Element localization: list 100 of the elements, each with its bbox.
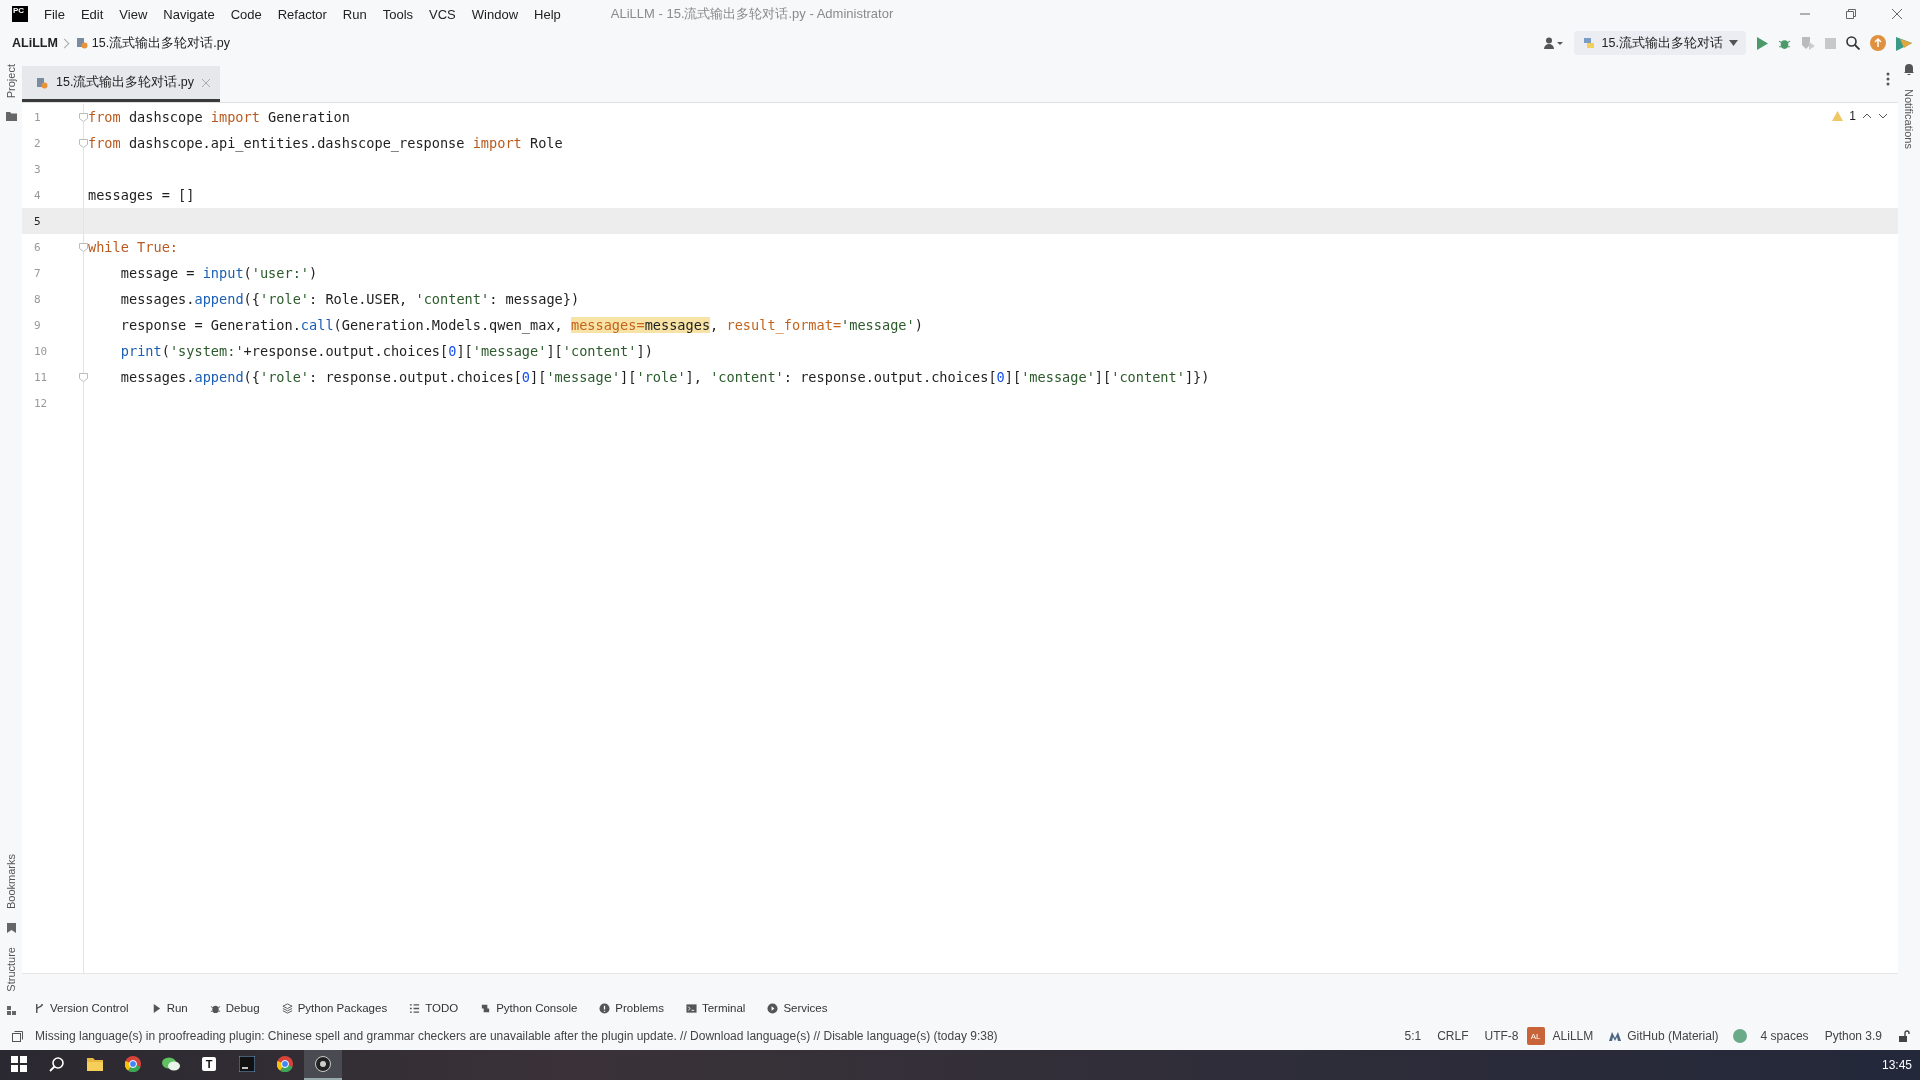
line-number: 12	[34, 396, 48, 410]
search-icon	[49, 1056, 65, 1072]
menu-item[interactable]: Tools	[382, 6, 424, 22]
status-item[interactable]: 5:1	[1396, 1029, 1430, 1043]
menu-item[interactable]: Code	[230, 6, 272, 22]
line-number: 6	[34, 240, 41, 254]
unlock-icon	[1898, 1030, 1910, 1042]
status-item[interactable]: Python 3.9	[1816, 1029, 1890, 1043]
browser-icon	[277, 1056, 293, 1072]
chat-icon	[162, 1057, 180, 1071]
project-badge: AL	[1526, 1027, 1545, 1045]
tool-window-tab[interactable]: Python Packages	[281, 1002, 388, 1014]
fold-icon[interactable]	[79, 138, 88, 148]
taskbar-item[interactable]	[304, 1050, 342, 1080]
line-number: 9	[34, 318, 41, 332]
code-text: messages = []	[87, 187, 195, 203]
python-icon	[480, 1002, 492, 1014]
layers-icon	[281, 1002, 293, 1014]
app-icon: T	[202, 1057, 216, 1071]
warning-count[interactable]: 1	[1849, 109, 1856, 123]
branch-icon	[34, 1002, 45, 1014]
tool-window-button[interactable]: Structure	[5, 947, 17, 992]
clock: 13:45	[1881, 1058, 1913, 1072]
python-icon	[1581, 36, 1596, 50]
coverage-button[interactable]	[1801, 36, 1815, 50]
editor-tab[interactable]: 15.流式输出多轮对话.py	[22, 66, 221, 102]
terminal-icon	[685, 1002, 697, 1014]
caret-icon	[1729, 40, 1738, 46]
update-button[interactable]	[1870, 35, 1886, 51]
tool-window-tab[interactable]: Version Control	[34, 1002, 129, 1014]
menu-item[interactable]: Navigate	[163, 6, 225, 22]
project-breadcrumb[interactable]: ALiLLM	[12, 36, 58, 50]
chevron-up-icon	[1862, 113, 1872, 119]
plugin-button[interactable]	[1896, 35, 1912, 51]
code-text: messages.append({'role': response.output.choices[0]['message']['role'], 'content': response.output.choices[0]['message']['content']})	[119, 369, 1210, 385]
list-icon	[409, 1002, 421, 1014]
search-button[interactable]	[1846, 36, 1860, 50]
status-item[interactable]: 4 spaces	[1752, 1029, 1817, 1043]
project-name[interactable]: ALiLLM	[1544, 1029, 1602, 1043]
panel-icon	[12, 1030, 23, 1042]
run-button[interactable]	[1756, 36, 1768, 50]
status-item[interactable]: UTF-8	[1476, 1029, 1527, 1043]
taskbar-item[interactable]: T	[190, 1050, 228, 1080]
tool-window-tab[interactable]: Terminal	[685, 1002, 746, 1014]
menu-item[interactable]: Run	[342, 6, 377, 22]
fold-icon[interactable]	[79, 372, 88, 382]
menu-item[interactable]: Refactor	[277, 6, 337, 22]
tool-window-tab[interactable]: Python Console	[480, 1002, 578, 1014]
tool-window-tab[interactable]: Services	[767, 1002, 828, 1014]
warning-icon	[1832, 111, 1844, 121]
tool-window-tab[interactable]: Problems	[599, 1002, 664, 1014]
theme-widget[interactable]: GitHub (Material)	[1601, 1029, 1727, 1043]
menu-item[interactable]: VCS	[429, 6, 466, 22]
python-file-icon	[75, 37, 88, 49]
python-file-icon	[36, 76, 48, 89]
warning-circle-icon	[599, 1002, 611, 1014]
status-message: Missing language(s) in proofreading plugin: Chinese spell and grammar checkers are unavailable after the plugin update. // Download language(s) // Disable language(s) (today 9:38)	[35, 1029, 999, 1043]
line-number: 2	[34, 136, 41, 150]
tool-window-button[interactable]: Project	[5, 64, 17, 99]
menu-item[interactable]: Help	[534, 6, 571, 22]
windows-icon	[11, 1056, 27, 1072]
folder-icon	[5, 112, 17, 122]
user-menu-button[interactable]	[1543, 37, 1564, 49]
status-dot	[1732, 1029, 1747, 1043]
folder-icon	[87, 1057, 103, 1071]
line-number: 8	[34, 292, 41, 306]
tool-window-tab[interactable]: Debug	[209, 1002, 260, 1014]
line-number: 3	[34, 162, 41, 176]
close-icon	[202, 78, 211, 87]
line-number: 10	[34, 344, 48, 358]
tool-window-tab[interactable]: Run	[150, 1002, 188, 1014]
tool-window-tab[interactable]: TODO	[409, 1002, 459, 1014]
structure-icon	[6, 1006, 16, 1016]
stop-icon	[1825, 37, 1836, 49]
menu-item[interactable]: Window	[471, 6, 529, 22]
code-text: message = input('user:')	[119, 265, 318, 281]
tool-window-button[interactable]: Bookmarks	[5, 854, 17, 910]
search-icon	[1846, 36, 1860, 50]
code-text: response = Generation.call(Generation.Models.qwen_max, messages=messages, result_format='message')	[119, 317, 923, 333]
play-icon	[1756, 36, 1768, 50]
fold-icon[interactable]	[79, 242, 88, 252]
run-configuration[interactable]: 15.流式输出多轮对话	[1573, 31, 1746, 55]
chevron-down-icon	[1878, 113, 1888, 119]
menu-item[interactable]: Edit	[80, 6, 114, 22]
menu-item[interactable]: View	[119, 6, 158, 22]
line-number: 7	[34, 266, 41, 280]
close-icon	[1892, 9, 1902, 19]
more-icon	[1886, 72, 1890, 86]
plugin-logo-icon	[1896, 35, 1912, 51]
theme-icon	[1609, 1031, 1622, 1041]
menu-item[interactable]: File	[44, 6, 75, 22]
tool-window-button[interactable]: Notifications	[1903, 89, 1915, 149]
shield-play-icon	[1801, 36, 1815, 50]
line-number: 1	[34, 110, 41, 124]
status-item[interactable]: CRLF	[1429, 1029, 1477, 1043]
code-text: while True:	[87, 239, 179, 255]
fold-icon[interactable]	[79, 112, 88, 122]
bell-icon	[1904, 64, 1914, 75]
line-number: 5	[34, 214, 41, 228]
file-breadcrumb[interactable]: 15.流式输出多轮对话.py	[91, 34, 230, 52]
